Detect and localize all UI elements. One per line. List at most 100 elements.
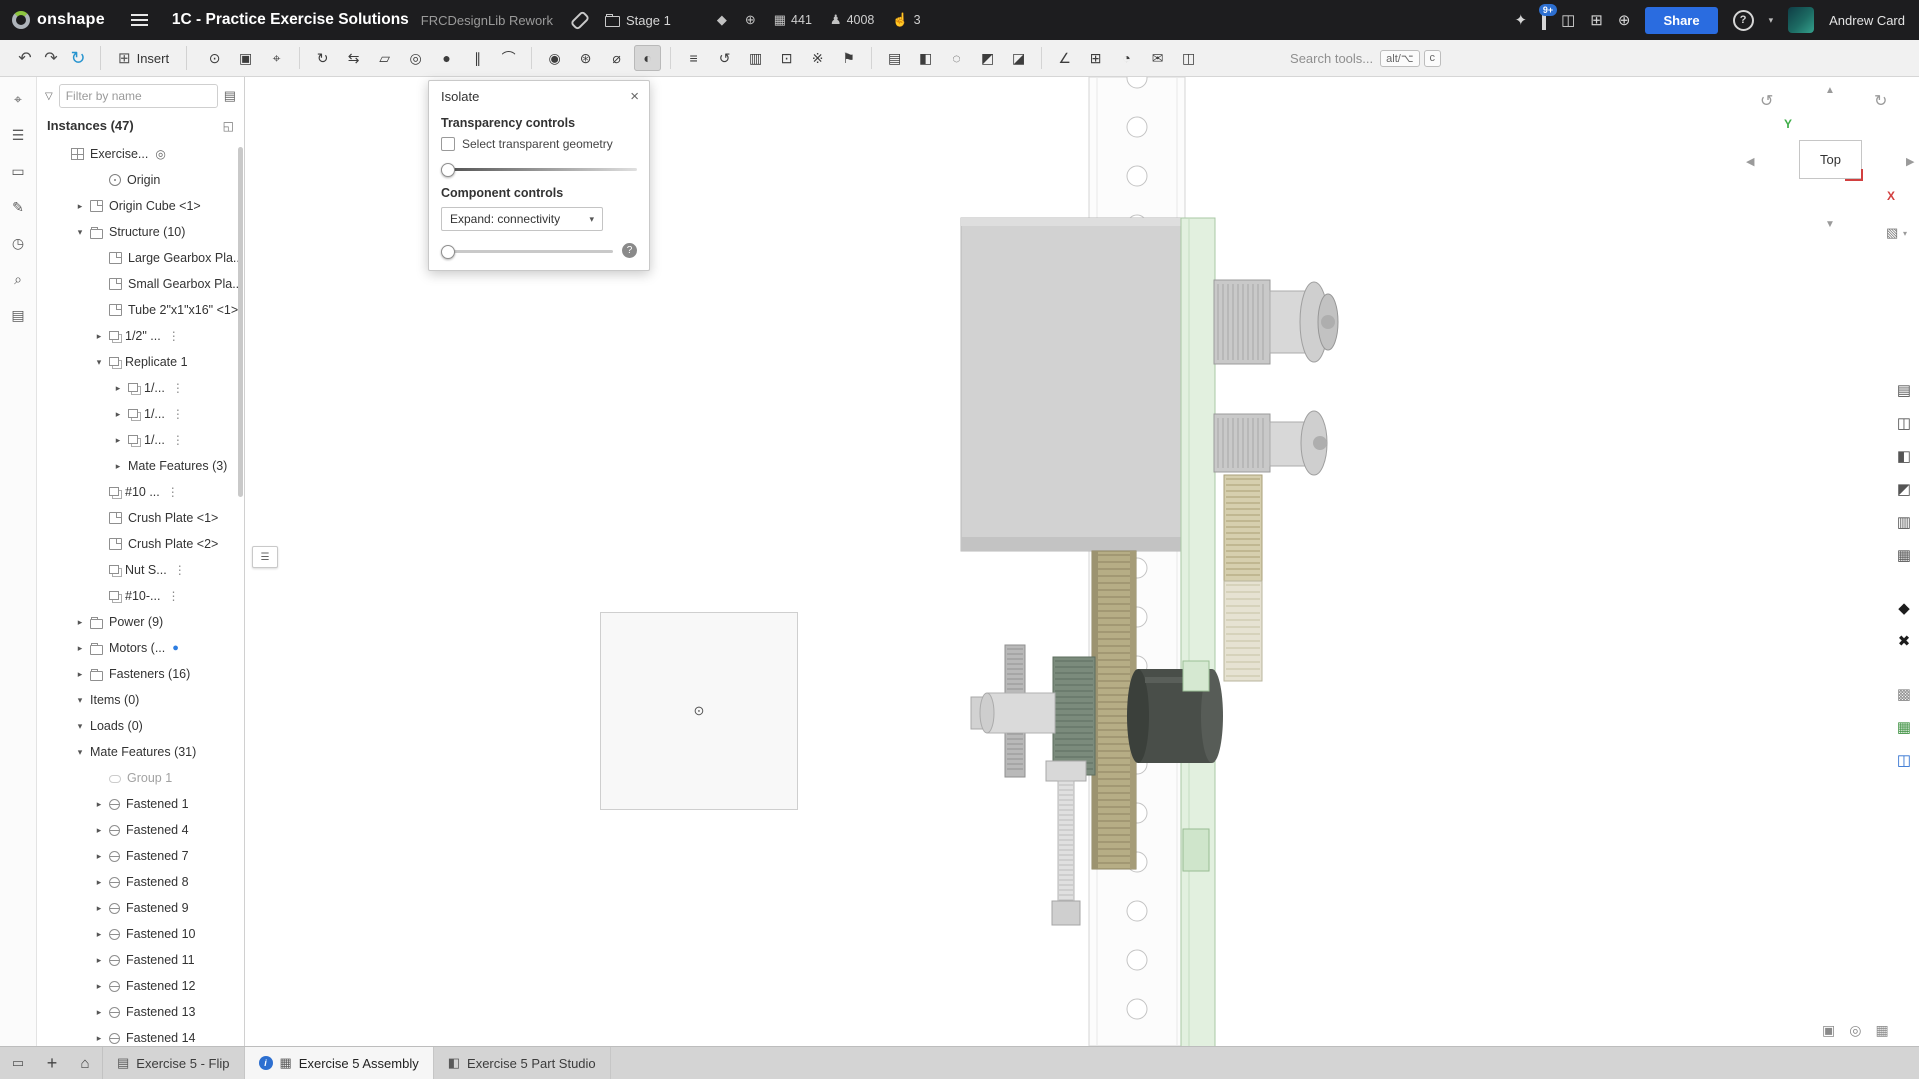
undo-icon[interactable]: ↶ [12,48,38,68]
item-trailing-icon[interactable] [172,434,184,446]
globe-icon[interactable]: ⊕ [745,12,756,28]
redo-icon[interactable]: ↷ [38,48,64,68]
select-tool-icon[interactable]: ⌖ [14,91,22,108]
transparency-slider[interactable] [441,162,637,176]
display-mode-icon[interactable]: ▭ [0,1047,36,1079]
fastened-icon[interactable]: ◉ [541,45,568,71]
tree-item[interactable]: #10 ... [37,479,244,505]
tree-item[interactable]: #10-... [37,583,244,609]
tree-item[interactable]: Mate Features (3) [37,453,244,479]
gearbox-plate-green[interactable] [1181,218,1215,1046]
home-tab-icon[interactable]: ⌂ [68,1047,103,1079]
link-icon[interactable] [570,10,591,31]
view-settings-icon[interactable]: ▦ [1897,545,1911,567]
mate-connector-icon[interactable]: ⌖ [263,45,290,71]
chevron-icon[interactable] [89,1007,109,1018]
cylindrical-icon[interactable]: ◎ [402,45,429,71]
chevron-icon[interactable] [108,435,128,446]
hamburger-menu-icon[interactable] [131,19,148,21]
tree-item[interactable]: Fastened 8 [37,869,244,895]
snapshot-icon[interactable]: ⊡ [773,45,800,71]
chevron-icon[interactable] [70,201,90,212]
tree-item[interactable]: Fastened 7 [37,843,244,869]
hex-shaft[interactable] [971,693,1055,733]
chevron-icon[interactable] [108,383,128,394]
tree-item[interactable]: Fastened 1 [37,791,244,817]
user-avatar[interactable] [1788,7,1814,33]
tree-item[interactable]: Fasteners (16) [37,661,244,687]
item-trailing-icon[interactable] [172,382,184,394]
onshape-logo[interactable]: onshape [12,11,105,29]
mass-properties-icon[interactable]: ⊞ [1082,45,1109,71]
upper-shaft-gear[interactable] [1214,280,1338,364]
component-slider-knob[interactable] [441,245,455,259]
notes-icon[interactable]: ✎ [12,199,24,216]
appearance-panel-icon[interactable]: ◩ [1897,479,1911,501]
chevron-icon[interactable] [70,695,90,706]
view-options-cube-icon[interactable]: ▧ [1886,225,1898,241]
chevron-icon[interactable] [89,851,109,862]
isolate-icon[interactable]: ◐ [634,45,661,71]
tree-item[interactable]: Items (0) [37,687,244,713]
document-tab[interactable]: i ▦ Exercise 5 Assembly [245,1047,434,1079]
display-options-icon[interactable]: ▤ [1897,380,1911,402]
tree-item[interactable]: Origin Cube <1> [37,193,244,219]
item-trailing-icon[interactable] [168,330,180,342]
grid-toggle-icon[interactable]: ▦ [1875,1022,1888,1039]
app-panel-image-icon[interactable]: ▩ [1897,684,1911,706]
tree-item[interactable]: Group 1 [37,765,244,791]
separator[interactable] [1041,47,1042,69]
separator[interactable] [670,47,671,69]
tree-item[interactable]: 1/... [37,401,244,427]
tree-item[interactable]: Nut S... [37,557,244,583]
tree-item[interactable]: Fastened 14 [37,1025,244,1046]
named-views-icon[interactable]: ▥ [1897,512,1911,534]
share-button[interactable]: Share [1645,7,1717,34]
tree-item[interactable]: Fastened 13 [37,999,244,1025]
tree-item[interactable]: Motors (... [37,635,244,661]
item-trailing-icon[interactable] [172,408,184,420]
parallel-icon[interactable]: ∥ [464,45,491,71]
chevron-icon[interactable] [70,227,90,238]
chevron-icon[interactable] [89,331,109,342]
chevron-icon[interactable] [70,669,90,680]
help-caret-icon[interactable]: ▾ [1769,15,1774,26]
ai-sparkle-icon[interactable]: ✦ [1515,11,1528,29]
close-icon[interactable]: × [630,89,639,104]
chevron-icon[interactable] [89,799,109,810]
properties-icon[interactable]: ▤ [11,307,24,324]
list-view-icon[interactable]: ▤ [224,88,236,104]
bom-icon[interactable]: ▤ [881,45,908,71]
add-tab-button[interactable]: + [36,1047,68,1079]
view-options-caret-icon[interactable]: ▾ [1903,229,1907,238]
breadcrumb[interactable]: Stage 1 [605,13,671,28]
bolt[interactable] [1046,761,1086,925]
chevron-icon[interactable] [89,929,109,940]
tree-scrollbar[interactable] [238,147,243,497]
item-trailing-icon[interactable] [172,643,179,654]
chevron-icon[interactable] [108,461,128,472]
item-trailing-icon[interactable] [174,564,186,576]
item-trailing-icon[interactable] [167,590,179,602]
collapse-panel-icon[interactable]: ◱ [223,119,234,133]
tree-item[interactable]: Small Gearbox Pla... [37,271,244,297]
tree-item[interactable]: Large Gearbox Pla... [37,245,244,271]
screenshot-stack-icon[interactable]: ▣ [1822,1022,1835,1039]
idler-gears[interactable] [1224,475,1262,681]
configurations-icon[interactable]: ◔ [1113,45,1140,71]
tree-item[interactable]: Fastened 11 [37,947,244,973]
tree-item[interactable]: Origin [37,167,244,193]
linear-pattern-icon[interactable]: ≡ [680,45,707,71]
comment-tool-icon[interactable]: ✉ [1144,45,1171,71]
isolate-dialog[interactable]: Isolate × Transparency controls Select t… [428,80,650,271]
filter-input[interactable] [59,84,218,108]
tree-item[interactable]: Exercise... [37,141,244,167]
transparency-slider-track[interactable] [441,168,637,171]
tangent-icon[interactable]: ⌒ [495,45,522,71]
tree-item[interactable]: Crush Plate <2> [37,531,244,557]
search-panel-icon[interactable]: ⌕ [14,271,22,288]
transparent-geometry-checkbox[interactable] [441,137,455,151]
section-panel-icon[interactable]: ◧ [1897,446,1911,468]
tree-item[interactable]: 1/... [37,375,244,401]
language-globe-icon[interactable]: ⊕ [1618,11,1631,29]
